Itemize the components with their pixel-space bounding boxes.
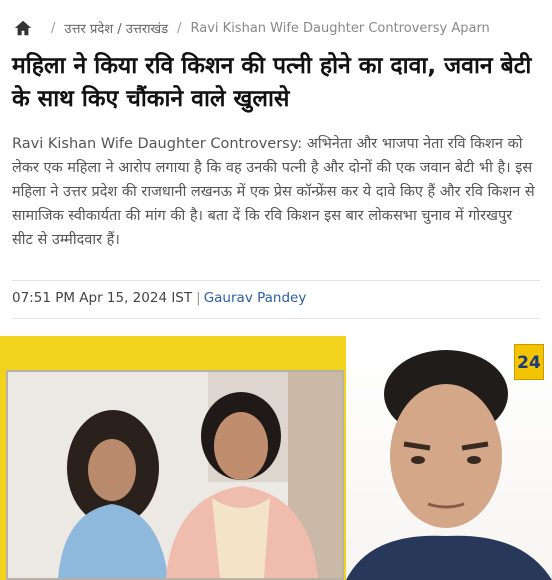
divider bbox=[12, 318, 540, 319]
publish-timestamp: 07:51 PM Apr 15, 2024 IST bbox=[12, 290, 193, 306]
hero-photo-ravi-kishan: 24 bbox=[346, 336, 552, 580]
breadcrumb-separator: / bbox=[177, 20, 182, 36]
divider bbox=[12, 280, 540, 281]
hero-image: 24 bbox=[0, 336, 552, 580]
news24-logo: 24 bbox=[514, 344, 544, 380]
breadcrumb-item-current: Ravi Kishan Wife Daughter Controversy Ap… bbox=[190, 20, 490, 36]
hero-photo-women bbox=[6, 370, 344, 580]
article-meta: 07:51 PM Apr 15, 2024 IST | Gaurav Pandey bbox=[12, 290, 306, 306]
meta-separator: | bbox=[196, 290, 201, 306]
breadcrumb-item-category[interactable]: उत्तर प्रदेश / उत्तराखंड bbox=[64, 19, 168, 37]
breadcrumb: / उत्तर प्रदेश / उत्तराखंड / Ravi Kishan… bbox=[14, 16, 544, 40]
breadcrumb-separator: / bbox=[51, 20, 56, 36]
author-link[interactable]: Gaurav Pandey bbox=[204, 290, 307, 306]
article-headline: महिला ने किया रवि किशन की पत्नी होने का … bbox=[12, 53, 532, 112]
women-illustration bbox=[8, 372, 342, 578]
home-icon[interactable] bbox=[14, 19, 32, 37]
article-summary: Ravi Kishan Wife Daughter Controversy: अ… bbox=[12, 136, 535, 248]
